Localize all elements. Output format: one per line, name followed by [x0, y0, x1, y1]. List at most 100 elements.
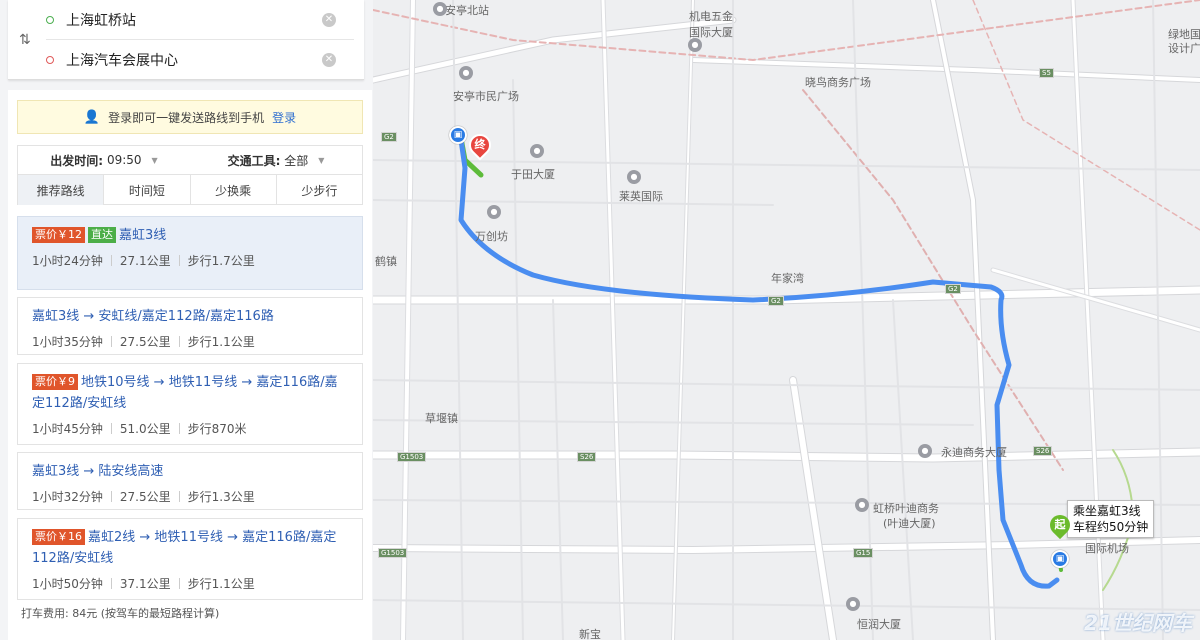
route-search-box: ⇅ 上海虹桥站 ✕ 上海汽车会展中心 ✕ [8, 0, 364, 80]
map-label-laiying: 莱英国际 [619, 190, 663, 203]
route-distance: 51.0公里 [119, 422, 171, 436]
route-callout: 乘坐嘉虹3线 车程约50分钟 [1067, 500, 1155, 538]
poi-icon: ● [530, 144, 544, 158]
poi-icon: ● [627, 170, 641, 184]
destination-field[interactable]: 上海汽车会展中心 ✕ [46, 40, 354, 80]
map-label-caoyan: 草堰镇 [425, 412, 458, 425]
map-label-wanchuang: 万创坊 [475, 230, 508, 243]
price-tag: 票价￥12 [32, 227, 85, 243]
map-label-yutian: 于田大厦 [511, 168, 555, 181]
route-walk: 步行1.7公里 [187, 254, 255, 268]
route-walk: 步行1.3公里 [187, 490, 255, 504]
login-link[interactable]: 登录 [272, 109, 296, 126]
login-prompt-text: 登录即可一键发送路线到手机 [108, 110, 265, 125]
direct-tag: 直达 [88, 227, 116, 243]
route-distance: 37.1公里 [119, 577, 171, 591]
route-title: 嘉虹3线 → 陆安线高速 [32, 464, 164, 479]
route-duration: 1小时35分钟 [32, 335, 103, 349]
map-label-hengtian: 恒润大厦 [857, 618, 901, 631]
tab-less-walking[interactable]: 少步行 [277, 175, 362, 205]
tab-shortest-time[interactable]: 时间短 [104, 175, 191, 205]
highway-shield: S26 [1033, 446, 1053, 456]
map-label-xinbao: 新宝 [579, 628, 601, 640]
map-view[interactable]: 安亭北站 机电五金 国际大厦 绿地国 设计广 晓鸟商务广场 安亭市民广场 于田大… [373, 0, 1200, 640]
bus-icon[interactable]: ▣ [449, 126, 467, 144]
destination-input[interactable]: 上海汽车会展中心 [66, 50, 322, 70]
route-option[interactable]: 票价￥9 地铁10号线 → 地铁11号线 → 嘉定116路/嘉定112路/安虹线 … [17, 363, 363, 445]
map-label-yongdi: 永迪商务大厦 [941, 446, 1007, 459]
origin-input[interactable]: 上海虹桥站 [66, 10, 322, 30]
transport-select[interactable]: 交通工具: 全部 ▼ [190, 146, 362, 174]
highway-shield: S26 [577, 452, 597, 462]
user-icon: 👤 [83, 109, 101, 125]
start-marker[interactable]: 起 [1045, 510, 1075, 540]
highway-shield: G1503 [397, 452, 427, 462]
transport-label: 交通工具: [227, 153, 281, 168]
swap-vertical-icon[interactable]: ⇅ [19, 32, 31, 48]
directions-panel: ⇅ 上海虹桥站 ✕ 上海汽车会展中心 ✕ 👤 登录即可一键发送路线到手机 登录 … [0, 0, 373, 640]
clear-destination-icon[interactable]: ✕ [322, 53, 336, 67]
poi-icon: ● [459, 66, 473, 80]
route-duration: 1小时45分钟 [32, 422, 103, 436]
callout-line-1: 乘坐嘉虹3线 [1073, 504, 1141, 518]
map-label-anting-civic: 安亭市民广场 [453, 90, 519, 103]
depart-time-select[interactable]: 出发时间: 09:50 ▼ [18, 146, 190, 174]
poi-icon: ● [487, 205, 501, 219]
destination-dot-icon [46, 56, 54, 64]
route-option[interactable]: 票价￥16 嘉虹2线 → 地铁11号线 → 嘉定116路/嘉定112路/安虹线 1… [17, 518, 363, 600]
price-tag: 票价￥9 [32, 374, 78, 390]
route-option[interactable]: 嘉虹3线 → 安虹线/嘉定112路/嘉定116路 1小时35分钟 27.5公里 … [17, 297, 363, 355]
transport-value: 全部 [284, 153, 309, 168]
poi-icon: ● [688, 38, 702, 52]
map-label-yedi: (叶迪大厦) [883, 517, 936, 530]
poi-icon: ● [846, 597, 860, 611]
tab-fewer-transfers[interactable]: 少换乘 [191, 175, 277, 205]
route-duration: 1小时24分钟 [32, 254, 103, 268]
highway-shield: G2 [381, 132, 397, 142]
highway-shield: S5 [1039, 68, 1054, 78]
route-walk: 步行870米 [187, 422, 247, 436]
route-duration: 1小时32分钟 [32, 490, 103, 504]
origin-field[interactable]: 上海虹桥站 ✕ [46, 0, 354, 40]
route-distance: 27.5公里 [119, 335, 171, 349]
tab-recommended[interactable]: 推荐路线 [18, 175, 105, 205]
depart-time-label: 出发时间: [50, 153, 104, 168]
route-duration: 1小时50分钟 [32, 577, 103, 591]
poi-icon: ● [918, 444, 932, 458]
route-option[interactable]: 票价￥12 直达 嘉虹3线 1小时24分钟 27.1公里 步行1.7公里 [17, 216, 363, 290]
bus-icon[interactable]: ▣ [1051, 550, 1069, 568]
highway-shield: G15 [853, 548, 874, 558]
poi-icon: ● [855, 498, 869, 512]
callout-line-2: 车程约50分钟 [1073, 520, 1149, 534]
route-distance: 27.1公里 [119, 254, 171, 268]
map-label-hongqiao-ye: 虹桥叶迪商务 [873, 502, 939, 515]
map-label-niangjiawan: 年家湾 [771, 272, 804, 285]
watermark: 21世纪网车 [1084, 611, 1192, 635]
transit-route-line [458, 137, 1060, 589]
price-tag: 票价￥16 [32, 529, 85, 545]
route-title: 嘉虹3线 [119, 228, 167, 243]
route-filters: 出发时间: 09:50 ▼ 交通工具: 全部 ▼ 推荐路线 时间短 少换乘 少步… [17, 145, 363, 205]
map-label-jidian: 机电五金 [689, 10, 733, 23]
clear-origin-icon[interactable]: ✕ [322, 12, 336, 27]
results-panel: 👤 登录即可一键发送路线到手机 登录 出发时间: 09:50 ▼ 交通工具: 全… [8, 90, 372, 640]
route-distance: 27.5公里 [119, 490, 171, 504]
map-label-guoji-jichang: 国际机场 [1085, 542, 1129, 555]
route-option[interactable]: 嘉虹3线 → 陆安线高速 1小时32分钟 27.5公里 步行1.3公里 [17, 452, 363, 510]
route-title: 嘉虹3线 → 安虹线/嘉定112路/嘉定116路 [32, 309, 274, 324]
chevron-down-icon: ▼ [318, 155, 325, 165]
route-walk: 步行1.1公里 [187, 335, 255, 349]
origin-dot-icon [46, 15, 54, 24]
map-label-he-zhen: 鹤镇 [375, 255, 397, 268]
map-label-design: 设计广 [1168, 42, 1200, 55]
taxi-fare: 打车费用: 84元 (按驾车的最短路程计算) [21, 607, 220, 620]
highway-shield: G2 [768, 296, 784, 306]
login-prompt: 👤 登录即可一键发送路线到手机 登录 [17, 100, 363, 134]
map-label-xiaoniao: 晓鸟商务广场 [805, 76, 871, 89]
route-walk: 步行1.1公里 [187, 577, 255, 591]
highway-shield: G2 [945, 284, 961, 294]
chevron-down-icon: ▼ [151, 155, 158, 165]
map-label-anting-north: 安亭北站 [445, 4, 489, 17]
depart-time-value: 09:50 [106, 153, 142, 167]
highway-shield: G1503 [378, 548, 408, 558]
